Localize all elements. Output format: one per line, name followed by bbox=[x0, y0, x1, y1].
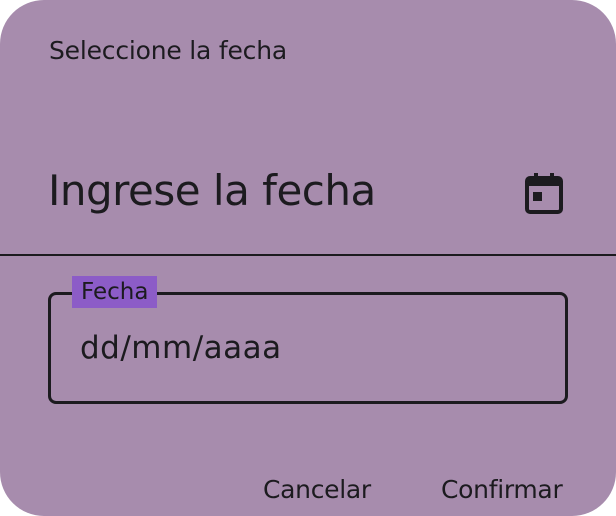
dialog-subtitle: Seleccione la fecha bbox=[49, 36, 287, 65]
date-field-label: Fecha bbox=[72, 276, 158, 308]
dialog-headline: Ingrese la fecha bbox=[48, 166, 376, 215]
date-picker-dialog: Seleccione la fecha Ingrese la fecha Fec… bbox=[0, 0, 616, 516]
cancel-button[interactable]: Cancelar bbox=[263, 475, 371, 504]
confirm-button[interactable]: Confirmar bbox=[441, 475, 563, 504]
date-input[interactable] bbox=[80, 326, 540, 370]
calendar-mode-button[interactable] bbox=[517, 166, 571, 220]
calendar-icon bbox=[525, 173, 563, 214]
header-divider bbox=[0, 254, 616, 256]
